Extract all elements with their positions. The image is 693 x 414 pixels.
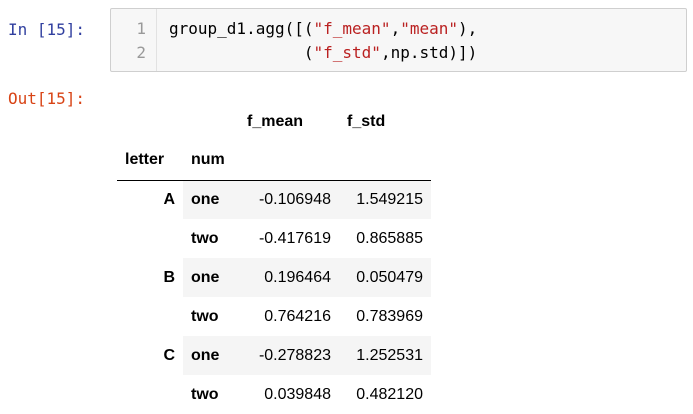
table-row: C one -0.278823 1.252531: [117, 336, 431, 375]
cell-f-std: 0.050479: [339, 258, 431, 297]
index-letter: [117, 219, 183, 258]
dataframe-output-table: f_mean f_std letter num A one -0.106948 …: [117, 102, 431, 414]
cell-f-mean: -0.278823: [239, 336, 339, 375]
index-letter: [117, 375, 183, 414]
line-number: 2: [136, 43, 146, 62]
table-row: two 0.039848 0.482120: [117, 375, 431, 414]
index-num: two: [191, 229, 219, 247]
table-row: two -0.417619 0.865885: [117, 219, 431, 258]
table-row: B one 0.196464 0.050479: [117, 258, 431, 297]
cell-f-mean: -0.417619: [258, 229, 331, 247]
code-string: "f_std": [313, 43, 381, 62]
code-text: ),: [458, 19, 478, 38]
column-header-row: f_mean f_std: [117, 102, 431, 141]
table-row: A one -0.106948 1.549215: [117, 180, 431, 219]
output-prompt: Out[15]:: [8, 89, 86, 108]
index-letter: B: [117, 258, 183, 297]
index-name-letter: letter: [117, 141, 183, 181]
cell-f-std: 1.252531: [339, 336, 431, 375]
index-num: one: [183, 336, 239, 375]
index-num: two: [191, 307, 219, 325]
index-letter: A: [117, 180, 183, 219]
code-string: "mean": [400, 19, 458, 38]
header-blank: [183, 102, 239, 141]
code-line-1[interactable]: group_d1.agg([("f_mean","mean"),: [169, 19, 477, 38]
cell-f-mean: -0.106948: [239, 180, 339, 219]
index-letter: [117, 297, 183, 336]
cell-f-mean: 0.039848: [264, 385, 331, 403]
index-num: one: [183, 258, 239, 297]
line-number: 1: [136, 19, 146, 38]
index-num: one: [183, 180, 239, 219]
cell-f-std: 1.549215: [339, 180, 431, 219]
column-header-f-std: f_std: [347, 112, 386, 130]
line-number-gutter: 1 2: [111, 9, 157, 71]
cell-f-mean: 0.196464: [239, 258, 339, 297]
cell-f-std: 0.865885: [356, 229, 423, 247]
code-text: (: [169, 43, 314, 62]
code-string: "f_mean": [313, 19, 391, 38]
index-num: two: [191, 385, 219, 403]
header-blank: [239, 141, 339, 181]
input-prompt: In [15]:: [8, 20, 86, 39]
header-blank: [339, 141, 431, 181]
code-cell-input[interactable]: 1 2 group_d1.agg([("f_mean","mean"), ("f…: [110, 8, 687, 72]
cell-f-std: 0.783969: [356, 307, 423, 325]
cell-f-std: 0.482120: [356, 385, 423, 403]
table-row: two 0.764216 0.783969: [117, 297, 431, 336]
code-text: group_d1.agg([(: [169, 19, 314, 38]
code-text: ,: [390, 19, 401, 38]
code-text: ,np.std)]): [380, 43, 478, 62]
index-letter: C: [117, 336, 183, 375]
index-name-row: letter num: [117, 141, 431, 181]
cell-f-mean: 0.764216: [264, 307, 331, 325]
code-line-2[interactable]: ("f_std",np.std)]): [169, 43, 477, 62]
column-header-f-mean: f_mean: [247, 112, 304, 130]
header-blank: [117, 102, 183, 141]
index-name-num: num: [183, 141, 239, 181]
